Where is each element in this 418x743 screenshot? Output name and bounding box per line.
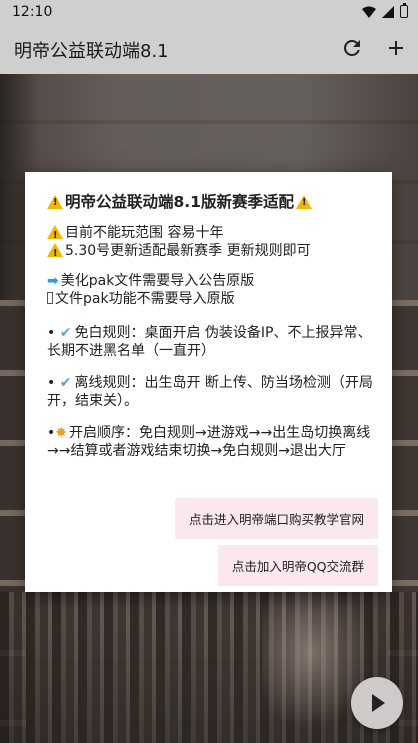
pak-line: ➡ 美化pak文件需要导入公告原版 <box>47 272 374 290</box>
warning-icon <box>47 225 63 245</box>
join-qq-group-button[interactable]: 点击加入明帝QQ交流群 <box>217 545 378 586</box>
rule-line: • ✔ 免白规则：桌面开启 伪装设备IP、不上报异常、长期不进黑名单（一直开） <box>47 325 372 359</box>
status-bar: 12:10 <box>0 0 418 24</box>
refresh-icon[interactable] <box>340 36 364 60</box>
app-title: 明帝公益联动端8.1 <box>14 41 169 62</box>
signal-icon <box>382 5 394 18</box>
wifi-icon <box>362 6 376 18</box>
dialog-title: 明帝公益联动端8.1版新赛季适配 <box>47 190 374 212</box>
warning-icon <box>295 195 312 209</box>
star-icon: ✸ <box>55 425 67 441</box>
warning-icon <box>47 243 63 263</box>
status-time: 12:10 <box>12 4 53 20</box>
rule-line: • ✔ 离线规则：出生岛开 断上传、防当场检测（开局开，结束关）。 <box>47 375 373 409</box>
warning-icon <box>47 195 63 209</box>
pak-text: 文件pak功能不需要导入原版 <box>55 291 235 307</box>
pak-line: 文件pak功能不需要导入原版 <box>47 290 374 308</box>
rule-text: 免白规则：桌面开启 伪装设备IP、不上报异常、长期不进黑名单（一直开） <box>47 325 372 359</box>
battery-icon <box>400 3 408 18</box>
dialog-title-text: 明帝公益联动端8.1版新赛季适配 <box>65 193 294 211</box>
buy-tutorial-button[interactable]: 点击进入明帝端口购买教学官网 <box>174 498 378 539</box>
pak-text: 美化pak文件需要导入公告原版 <box>60 273 255 289</box>
rule-text: 开启顺序：免白规则→进游戏→→出生岛切换离线→→结算或者游戏结束切换→免白规则→… <box>47 425 371 459</box>
status-icons <box>362 3 408 18</box>
notice-line: 5.30号更新适配最新赛季 更新规则即可 <box>47 242 374 263</box>
app-bar: 明帝公益联动端8.1 <box>0 24 418 74</box>
right-arrow-icon: ➡ <box>47 273 59 289</box>
rule-text: 离线规则：出生岛开 断上传、防当场检测（开局开，结束关）。 <box>47 375 373 409</box>
missing-glyph-icon <box>47 292 53 304</box>
rule-line: •✸ 开启顺序：免白规则→进游戏→→出生岛切换离线→→结算或者游戏结束切换→免白规… <box>47 425 371 459</box>
notice-text: 5.30号更新适配最新赛季 更新规则即可 <box>65 243 311 259</box>
notice-line: 目前不能玩范围 容易十年 <box>47 224 374 245</box>
announcement-dialog: 明帝公益联动端8.1版新赛季适配 目前不能玩范围 容易十年 5.30号更新适配最… <box>25 172 392 592</box>
play-icon <box>372 694 385 712</box>
add-icon[interactable] <box>384 36 408 60</box>
check-icon: ✔ <box>59 375 72 391</box>
play-button[interactable] <box>351 677 403 729</box>
check-icon: ✔ <box>59 325 72 341</box>
notice-text: 目前不能玩范围 容易十年 <box>65 225 224 241</box>
